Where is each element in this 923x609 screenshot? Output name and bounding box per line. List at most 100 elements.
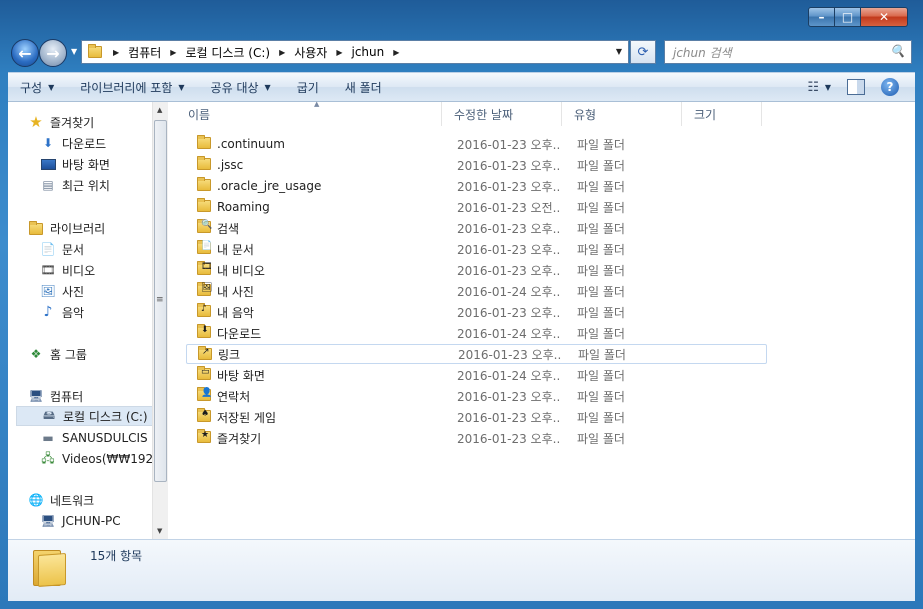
breadcrumb-separator-icon[interactable]: ▶ <box>336 48 342 57</box>
refresh-button[interactable]: ⟳ <box>630 40 656 64</box>
new-folder-button[interactable]: 새 폴더 <box>345 79 382 96</box>
sort-ascending-icon: ▲ <box>314 100 320 108</box>
recent-pages-dropdown[interactable]: ▼ <box>71 47 77 56</box>
nav-item-jchun-pc[interactable]: 🖥 JCHUN-PC <box>40 511 120 531</box>
nav-item-recent[interactable]: ▤ 최근 위치 <box>40 175 110 195</box>
column-header-type[interactable]: 유형 <box>562 102 682 126</box>
folder-overlay-icon: ↗ <box>202 347 210 357</box>
library-icon <box>28 220 44 236</box>
close-button[interactable]: ✕ <box>861 7 908 27</box>
chevron-down-icon[interactable]: ▼ <box>825 83 831 92</box>
nav-item-homegroup[interactable]: ❖ 홈 그룹 <box>28 344 87 364</box>
chevron-down-icon: ▼ <box>178 82 185 92</box>
nav-label: 네트워크 <box>50 493 95 508</box>
nav-label: 라이브러리 <box>50 221 106 236</box>
scroll-up-icon[interactable]: ▲ <box>157 106 162 114</box>
breadcrumb-jchun[interactable]: jchun <box>352 45 385 59</box>
search-icon[interactable]: 🔍 <box>890 44 905 58</box>
forward-button[interactable]: → <box>39 39 67 67</box>
file-date: 2016-01-24 오후... <box>457 284 561 299</box>
breadcrumb-separator-icon[interactable]: ▶ <box>279 48 285 57</box>
breadcrumb-separator-icon[interactable]: ▶ <box>170 48 176 57</box>
file-date: 2016-01-23 오후... <box>457 221 561 236</box>
file-type: 파일 폴더 <box>577 284 625 299</box>
maximize-button[interactable]: □ <box>835 7 861 27</box>
file-date: 2016-01-23 오후... <box>457 137 561 152</box>
search-input[interactable]: jchun 검색 🔍 <box>664 40 912 64</box>
details-pane: 15개 항목 <box>8 539 915 601</box>
share-with-menu[interactable]: 공유 대상 ▼ <box>211 79 271 96</box>
file-date: 2016-01-23 오후... <box>458 347 562 362</box>
file-type: 파일 폴더 <box>577 221 625 236</box>
file-type: 파일 폴더 <box>577 200 625 215</box>
nav-item-computer[interactable]: 🖥 컴퓨터 <box>28 386 83 406</box>
nav-item-local-disk[interactable]: 🖴 로컬 디스크 (C:) <box>16 406 152 426</box>
file-row[interactable]: .jssc 2016-01-23 오후... 파일 폴더 <box>186 155 761 175</box>
nav-item-sanus[interactable]: ▬ SANUSDULCIS ( <box>40 428 152 448</box>
file-row[interactable]: 📄 내 문서 2016-01-23 오후... 파일 폴더 <box>186 239 761 259</box>
help-icon[interactable]: ? <box>881 78 899 96</box>
file-row[interactable]: ↗ 링크 2016-01-23 오후... 파일 폴더 <box>186 344 767 364</box>
folder-icon <box>33 546 69 587</box>
file-row[interactable]: 🎞 내 비디오 2016-01-23 오후... 파일 폴더 <box>186 260 761 280</box>
file-row[interactable]: .continuum 2016-01-23 오후... 파일 폴더 <box>186 134 761 154</box>
address-dropdown-icon[interactable]: ▼ <box>616 47 622 56</box>
breadcrumb-separator-icon[interactable]: ▶ <box>393 48 399 57</box>
address-bar[interactable]: ▶ 컴퓨터 ▶ 로컬 디스크 (C:) ▶ 사용자 ▶ jchun ▶ ▼ <box>81 40 629 64</box>
column-label: 크기 <box>694 107 717 122</box>
burn-button[interactable]: 굽기 <box>297 79 319 96</box>
content-area: ★ 즐겨찾기 ⬇ 다운로드 바탕 화면 ▤ 최근 위치 라이브러리 📄 문서 🎞 비디오 … <box>8 100 915 539</box>
nav-item-desktop[interactable]: 바탕 화면 <box>40 154 110 174</box>
folder-icon <box>197 135 213 150</box>
folder-icon <box>197 156 213 171</box>
file-name: 연락처 <box>217 389 251 404</box>
nav-item-favorites[interactable]: ★ 즐겨찾기 <box>28 112 94 132</box>
file-row[interactable]: ★ 즐겨찾기 2016-01-23 오후... 파일 폴더 <box>186 428 761 448</box>
file-row[interactable]: ♪ 내 음악 2016-01-23 오후... 파일 폴더 <box>186 302 761 322</box>
column-header-modified[interactable]: 수정한 날짜 <box>442 102 562 126</box>
breadcrumb-local-disk[interactable]: 로컬 디스크 (C:) <box>185 44 270 61</box>
column-header-name[interactable]: 이름 ▲ <box>176 100 442 126</box>
file-row[interactable]: Roaming 2016-01-23 오전... 파일 폴더 <box>186 197 761 217</box>
nav-item-network[interactable]: 🌐 네트워크 <box>28 490 95 510</box>
nav-item-documents[interactable]: 📄 문서 <box>40 239 85 259</box>
breadcrumb-separator-icon[interactable]: ▶ <box>113 48 119 57</box>
file-name: 내 음악 <box>217 305 254 320</box>
organize-menu[interactable]: 구성 ▼ <box>20 79 54 96</box>
minimize-button[interactable]: – <box>808 7 835 27</box>
file-row[interactable]: ♠ 저장된 게임 2016-01-23 오후... 파일 폴더 <box>186 407 761 427</box>
nav-item-videos-network[interactable]: 🖧 Videos(₩₩192.1 <box>40 449 152 469</box>
scroll-down-icon[interactable]: ▼ <box>157 527 162 535</box>
file-row[interactable]: ▭ 바탕 화면 2016-01-24 오후... 파일 폴더 <box>186 365 761 385</box>
preview-pane-icon[interactable] <box>847 79 865 95</box>
folder-overlay-icon: ▭ <box>201 367 210 377</box>
breadcrumb-users[interactable]: 사용자 <box>294 44 327 61</box>
folder-icon: ⬇ <box>197 324 213 339</box>
breadcrumb-computer[interactable]: 컴퓨터 <box>128 44 161 61</box>
nav-item-downloads[interactable]: ⬇ 다운로드 <box>40 133 106 153</box>
back-button[interactable]: ← <box>11 39 39 67</box>
folder-icon: ♪ <box>197 303 213 318</box>
nav-item-videos[interactable]: 🎞 비디오 <box>40 260 95 280</box>
nav-item-music[interactable]: ♪ 음악 <box>40 302 85 322</box>
folder-overlay-icon: 👤 <box>201 388 213 398</box>
nav-label: 사진 <box>62 284 85 299</box>
include-library-menu[interactable]: 라이브러리에 포함 ▼ <box>80 79 184 96</box>
column-label: 유형 <box>574 107 597 122</box>
file-row[interactable]: 👤 연락처 2016-01-23 오후... 파일 폴더 <box>186 386 761 406</box>
nav-scrollbar[interactable]: ▲ ≡ ▼ <box>152 102 168 539</box>
folder-overlay-icon: ★ <box>201 430 210 440</box>
file-type: 파일 폴더 <box>577 158 625 173</box>
file-row[interactable]: 🖼 내 사진 2016-01-24 오후... 파일 폴더 <box>186 281 761 301</box>
file-row[interactable]: .oracle_jre_usage 2016-01-23 오후... 파일 폴더 <box>186 176 761 196</box>
file-row[interactable]: 🔍 검색 2016-01-23 오후... 파일 폴더 <box>186 218 761 238</box>
file-name: .oracle_jre_usage <box>217 179 322 193</box>
file-row[interactable]: ⬇ 다운로드 2016-01-24 오후... 파일 폴더 <box>186 323 761 343</box>
nav-item-pictures[interactable]: 🖼 사진 <box>40 281 84 301</box>
nav-item-libraries[interactable]: 라이브러리 <box>28 218 105 238</box>
file-name: .jssc <box>217 158 244 172</box>
grip-icon: ≡ <box>156 295 164 305</box>
column-header-size[interactable]: 크기 <box>682 102 762 126</box>
file-date: 2016-01-24 오후... <box>457 368 561 383</box>
view-options-icon[interactable]: ☷ <box>807 80 819 95</box>
